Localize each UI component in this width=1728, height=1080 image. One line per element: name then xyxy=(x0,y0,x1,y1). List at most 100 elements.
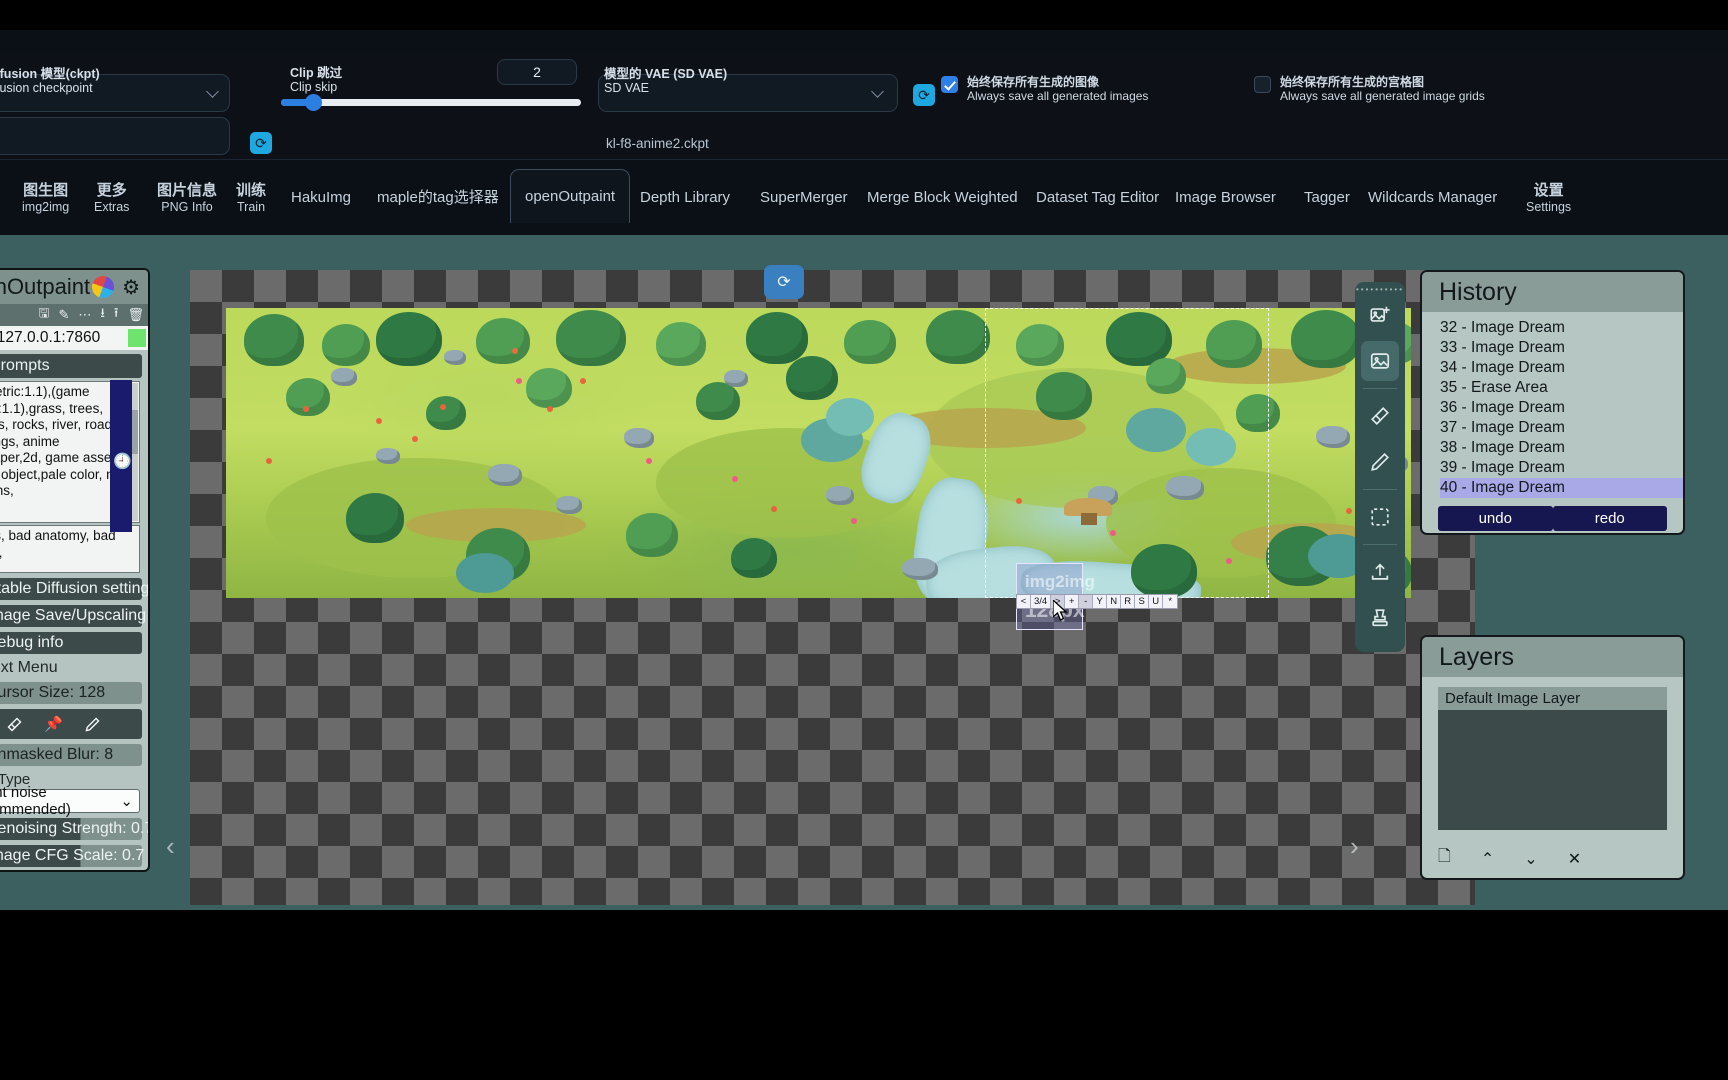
image-icon[interactable] xyxy=(1361,341,1399,381)
prompt-text: (isometric:1.1),(game scene:1.1),grass, … xyxy=(0,384,121,498)
mini-save-button[interactable]: S xyxy=(1135,595,1150,608)
pencil-icon[interactable] xyxy=(76,711,109,737)
tab-tagger[interactable]: Tagger xyxy=(1290,172,1364,224)
more-icon[interactable]: ⋯ xyxy=(78,307,91,323)
unmasked-blur-slider[interactable]: Unmasked Blur: 8 xyxy=(0,744,142,766)
checkbox-box[interactable] xyxy=(941,76,958,93)
tab-settings[interactable]: 设置 Settings xyxy=(1512,172,1585,224)
section-stable-diffusion-settings[interactable]: Stable Diffusion settings xyxy=(0,578,148,600)
tab-openoutpaint[interactable]: openOutpaint xyxy=(510,169,631,223)
pencil-icon[interactable] xyxy=(1361,442,1399,482)
mini-minus-button[interactable]: - xyxy=(1079,595,1094,608)
stamp-icon[interactable] xyxy=(1361,598,1399,638)
history-list[interactable]: 32 - Image Dream 33 - Image Dream 34 - I… xyxy=(1422,312,1683,498)
cursor-mini-toolbar[interactable]: < 3/4 > + - Y N R S U * xyxy=(1016,594,1179,609)
mini-no-button[interactable]: N xyxy=(1107,595,1122,608)
history-item[interactable]: 34 - Image Dream xyxy=(1440,358,1683,378)
layer-item[interactable]: Default Image Layer xyxy=(1438,687,1667,710)
mask-type-select[interactable]: Latent noise (recommended) ⌄ xyxy=(0,784,140,818)
history-item[interactable]: 37 - Image Dream xyxy=(1440,418,1683,438)
add-layer-icon[interactable]: 🗋 xyxy=(1438,845,1451,872)
trash-icon[interactable]: 🗑 xyxy=(127,307,144,323)
history-item[interactable]: 32 - Image Dream xyxy=(1440,318,1683,338)
clip-skip-value[interactable]: 2 xyxy=(497,59,577,85)
clip-skip-slider-knob[interactable] xyxy=(305,94,322,111)
ensd-input[interactable] xyxy=(0,117,230,155)
history-item-selected[interactable]: 40 - Image Dream xyxy=(1440,478,1683,498)
canvas-prev-arrow[interactable]: ‹ xyxy=(166,831,175,862)
cursor-size-slider[interactable]: Cursor Size: 128 xyxy=(0,682,142,704)
upload-icon[interactable]: ⭱ xyxy=(114,304,119,326)
save-images-label-cn: 始终保存所有生成的图像 xyxy=(967,75,1100,89)
tab-image-browser[interactable]: Image Browser xyxy=(1161,172,1290,224)
tab-merge-block-weighted[interactable]: Merge Block Weighted xyxy=(853,172,1032,224)
mask-tool-row[interactable]: 🖃 📌 xyxy=(0,709,142,739)
tab-train[interactable]: 训练 Train xyxy=(222,172,280,224)
generated-image[interactable] xyxy=(226,308,1411,598)
denoising-strength-slider[interactable]: Denoising Strength: 0.7 xyxy=(0,818,148,840)
openoutpaint-header: openOutpaint ⚙ xyxy=(0,270,148,304)
tab-png-info[interactable]: 图片信息 PNG Info xyxy=(143,172,231,224)
history-item[interactable]: 39 - Image Dream xyxy=(1440,458,1683,478)
tab-wildcards-manager[interactable]: Wildcards Manager xyxy=(1354,172,1511,224)
mini-ratio-button[interactable]: 3/4 xyxy=(1031,595,1052,608)
mini-redo-button[interactable]: R xyxy=(1121,595,1136,608)
gear-icon[interactable]: ⚙ xyxy=(122,275,140,300)
section-image-save-upscaling[interactable]: Image Save/Upscaling xyxy=(0,605,146,627)
layers-panel: Layers Default Image Layer 🗋 ⌃ ⌄ ✕ xyxy=(1420,635,1685,880)
tab-supermerger[interactable]: SuperMerger xyxy=(746,172,862,224)
history-item[interactable]: 35 - Erase Area xyxy=(1440,378,1683,398)
vae-dropdown[interactable] xyxy=(598,74,898,112)
save-icon[interactable]: 🖫 xyxy=(38,304,49,326)
redo-button[interactable]: redo xyxy=(1552,506,1667,531)
clip-skip-label-cn: Clip 跳过 xyxy=(290,66,343,80)
tab-hakuimg[interactable]: HakuImg xyxy=(277,172,365,224)
brush-icon[interactable] xyxy=(1361,396,1399,436)
tab-maple-tag-selector[interactable]: maple的tag选择器 xyxy=(363,172,513,224)
canvas-tool-palette[interactable]: •••••••••• xyxy=(1355,282,1405,652)
history-buttons: undo redo xyxy=(1438,506,1667,531)
refresh-vae-button[interactable]: ⟳ xyxy=(913,84,935,106)
add-image-icon[interactable] xyxy=(1361,295,1399,335)
always-save-images-checkbox[interactable]: 始终保存所有生成的图像 Always save all generated im… xyxy=(941,75,1148,103)
drag-handle-dots[interactable]: •••••••••• xyxy=(1355,286,1405,294)
mini-prev-button[interactable]: < xyxy=(1017,595,1031,608)
section-debug-info[interactable]: Debug info xyxy=(0,632,142,654)
edit-icon[interactable]: ✎ xyxy=(58,307,69,323)
always-save-grids-checkbox[interactable]: 始终保存所有生成的宫格图 Always save all generated i… xyxy=(1254,75,1485,103)
download-icon[interactable]: ⭳ xyxy=(100,304,105,326)
tab-extras[interactable]: 更多 Extras xyxy=(80,172,143,224)
layers-body[interactable] xyxy=(1438,710,1667,830)
select-icon[interactable] xyxy=(1361,497,1399,537)
canvas-area[interactable] xyxy=(190,270,1475,905)
canvas-refresh-button[interactable]: ⟳ xyxy=(764,265,804,299)
history-clock-icon[interactable]: 🕘 xyxy=(113,452,132,470)
undo-button[interactable]: undo xyxy=(1438,506,1553,531)
mini-star-button[interactable]: * xyxy=(1163,595,1178,608)
pin-icon[interactable]: 📌 xyxy=(37,711,70,737)
clip-skip-slider-track[interactable] xyxy=(281,99,581,106)
move-down-icon[interactable]: ⌄ xyxy=(1524,849,1537,869)
upload-icon[interactable] xyxy=(1361,552,1399,592)
delete-layer-icon[interactable]: ✕ xyxy=(1568,849,1581,869)
prompts-section-header[interactable]: Prompts xyxy=(0,354,142,378)
negative-prompt-textarea[interactable]: lowres, bad anatomy, bad hands, xyxy=(0,525,140,573)
host-url-field[interactable]: http://127.0.0.1:7860 xyxy=(0,326,148,350)
refresh-checkpoint-button[interactable]: ⟳ xyxy=(250,132,272,154)
checkbox-box[interactable] xyxy=(1254,76,1271,93)
tab-dataset-tag-editor[interactable]: Dataset Tag Editor xyxy=(1022,172,1173,224)
history-item[interactable]: 36 - Image Dream xyxy=(1440,398,1683,418)
openoutpaint-panel: openOutpaint ⚙ 🖫 ✎ ⋯ ⭳ ⭱ 🗑 http://127.0.… xyxy=(0,268,150,872)
move-up-icon[interactable]: ⌃ xyxy=(1481,849,1494,869)
checkpoint-dropdown[interactable] xyxy=(0,74,230,112)
tab-img2img[interactable]: 图生图 img2img xyxy=(8,172,83,224)
brush-icon[interactable] xyxy=(0,711,31,737)
image-cfg-scale-slider[interactable]: Image CFG Scale: 0.7 xyxy=(0,845,144,867)
tab-depth-library[interactable]: Depth Library xyxy=(626,172,744,224)
canvas-next-arrow[interactable]: › xyxy=(1350,831,1359,862)
history-item[interactable]: 33 - Image Dream xyxy=(1440,338,1683,358)
mini-yes-button[interactable]: Y xyxy=(1093,595,1108,608)
clip-skip-label-en: Clip skip xyxy=(290,79,338,94)
history-item[interactable]: 38 - Image Dream xyxy=(1440,438,1683,458)
mini-upscale-button[interactable]: U xyxy=(1149,595,1164,608)
